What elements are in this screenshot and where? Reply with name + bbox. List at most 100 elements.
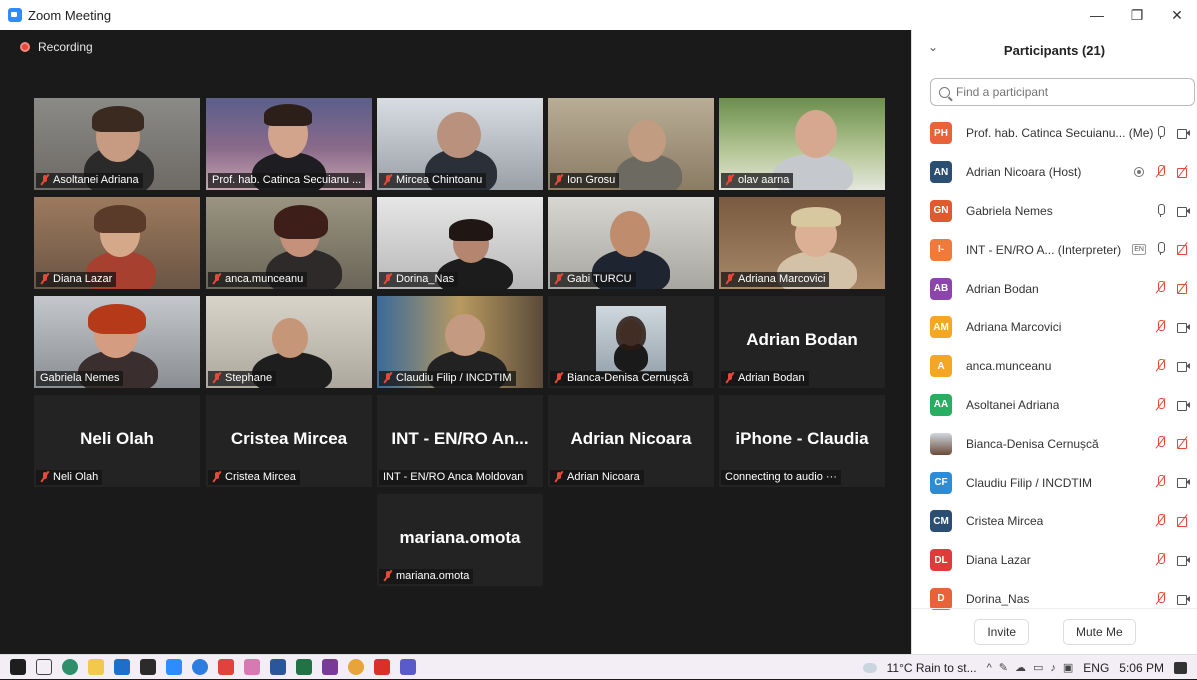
mic-icon[interactable] (1154, 242, 1168, 256)
participant-row[interactable]: AM Adriana Marcovici (912, 308, 1197, 347)
camera-icon[interactable] (1176, 320, 1190, 334)
mic-muted-icon[interactable] (1154, 552, 1168, 567)
zoom-taskbar-icon[interactable] (166, 659, 182, 675)
video-tile[interactable]: Mircea Chintoanu (377, 98, 543, 190)
mic-icon[interactable] (1154, 203, 1168, 218)
avatar: CM (930, 510, 952, 533)
notification-icon[interactable] (1174, 661, 1187, 674)
outlook-icon[interactable] (114, 659, 130, 675)
video-tile[interactable]: Gabi TURCU (548, 197, 714, 289)
camera-icon[interactable] (1176, 475, 1190, 489)
mic-muted-icon[interactable] (1154, 281, 1168, 295)
camera-off-icon[interactable] (1176, 514, 1190, 528)
video-tile[interactable]: mariana.omota mariana.omota (377, 494, 543, 586)
video-tile[interactable]: iPhone - Claudia Connecting to audio ··· (719, 395, 885, 487)
paint-icon[interactable] (244, 659, 260, 675)
video-tile[interactable]: anca.munceanu (206, 197, 372, 289)
restore-button[interactable]: ❐ (1117, 0, 1157, 30)
tile-nameplate: Diana Lazar (36, 272, 117, 287)
mic-muted-icon[interactable] (1154, 436, 1168, 450)
participant-search-input[interactable] (956, 85, 1176, 99)
tray-caret-icon[interactable]: ^ (987, 662, 992, 674)
network-icon[interactable]: ▭ (1033, 661, 1043, 674)
video-tile[interactable]: Bianca-Denisa Cernușcă (548, 296, 714, 388)
participant-row[interactable]: AB Adrian Bodan (912, 269, 1197, 308)
mic-muted-icon[interactable] (1154, 358, 1168, 373)
participant-row[interactable]: GN Gabriela Nemes (912, 192, 1197, 231)
recording-indicator[interactable]: Recording (20, 40, 93, 54)
video-tile[interactable]: Diana Lazar (34, 197, 200, 289)
cloud-icon[interactable]: ☁ (1015, 661, 1026, 674)
participant-row[interactable]: AA Asoltanei Adriana (912, 386, 1197, 425)
mic-muted-icon[interactable] (1154, 397, 1168, 412)
file-explorer-icon[interactable] (88, 659, 104, 675)
minimize-button[interactable]: — (1077, 0, 1117, 30)
tile-nameplate: Adrian Bodan (721, 371, 809, 386)
participant-row[interactable]: I- INT - EN/RO A... (Interpreter) EN (912, 230, 1197, 269)
participant-row[interactable]: CM Cristea Mircea (912, 502, 1197, 541)
chrome-icon[interactable] (348, 659, 364, 675)
windows-start-icon[interactable] (10, 659, 26, 675)
store-icon[interactable] (140, 659, 156, 675)
video-tile[interactable]: olav aarna (719, 98, 885, 190)
video-tile[interactable]: Adrian Bodan Adrian Bodan (719, 296, 885, 388)
camera-off-icon[interactable] (1176, 165, 1190, 179)
mic-muted-icon[interactable] (1154, 513, 1168, 528)
word-icon[interactable] (270, 659, 286, 675)
excel-icon[interactable] (296, 659, 312, 675)
clock[interactable]: 5:06 PM (1119, 661, 1164, 675)
participant-row[interactable]: DL Diana Lazar (912, 541, 1197, 580)
close-button[interactable]: ✕ (1157, 0, 1197, 30)
camera-icon[interactable] (1176, 359, 1190, 373)
input-language[interactable]: ENG (1083, 661, 1109, 675)
volume-icon[interactable]: ♪ (1050, 662, 1056, 674)
invite-button[interactable]: Invite (974, 618, 1029, 645)
mic-muted-icon[interactable] (1154, 319, 1168, 334)
camera-off-icon[interactable] (1176, 281, 1190, 295)
camera-icon[interactable] (1176, 553, 1190, 567)
video-tile[interactable]: Adrian Nicoara Adrian Nicoara (548, 395, 714, 487)
mic-icon[interactable] (1154, 126, 1168, 140)
muted-mic-icon (40, 174, 50, 186)
participant-row[interactable]: CF Claudiu Filip / INCDTIM (912, 463, 1197, 502)
camera-off-icon[interactable] (1176, 242, 1190, 256)
camera-icon[interactable] (1176, 204, 1190, 218)
display-icon[interactable]: ▣ (1063, 661, 1073, 674)
video-tile-active-speaker[interactable]: Gabriela Nemes (34, 296, 200, 388)
participant-search[interactable] (930, 78, 1195, 106)
camera-off-icon[interactable] (1176, 436, 1190, 450)
participant-row[interactable]: Bianca-Denisa Cernușcă (912, 424, 1197, 463)
participant-row[interactable]: PH Prof. hab. Catinca Secuianu... (Me) (912, 114, 1197, 153)
video-tile[interactable]: Neli Olah Neli Olah (34, 395, 200, 487)
muted-mic-icon (383, 174, 393, 186)
pen-icon[interactable]: ✎ (999, 661, 1008, 674)
participant-row[interactable]: A anca.munceanu (912, 347, 1197, 386)
edge-browser-icon[interactable] (62, 659, 78, 675)
task-view-icon[interactable] (36, 659, 52, 675)
save-icon[interactable] (322, 659, 338, 675)
video-tile[interactable]: Claudiu Filip / INCDTIM (377, 296, 543, 388)
video-tile[interactable]: Stephane (206, 296, 372, 388)
chevron-down-icon[interactable]: ⌄ (928, 41, 938, 53)
participant-row[interactable]: AN Adrian Nicoara (Host) (912, 153, 1197, 192)
skype-icon[interactable] (192, 659, 208, 675)
video-tile[interactable]: Dorina_Nas (377, 197, 543, 289)
mic-muted-icon[interactable] (1154, 475, 1168, 489)
pdf-icon[interactable] (374, 659, 390, 675)
mic-muted-icon[interactable] (1154, 591, 1168, 606)
teams-icon[interactable] (400, 659, 416, 675)
language-badge: EN (1132, 243, 1146, 255)
camera-icon[interactable] (1176, 126, 1190, 140)
weather-text[interactable]: 11°C Rain to st... (887, 661, 977, 675)
camera-icon[interactable] (1176, 592, 1190, 606)
mic-muted-icon[interactable] (1154, 164, 1168, 179)
video-tile[interactable]: Ion Grosu (548, 98, 714, 190)
video-tile[interactable]: Asoltanei Adriana (34, 98, 200, 190)
video-tile[interactable]: Prof. hab. Catinca Secuianu ... (206, 98, 372, 190)
video-tile[interactable]: Cristea Mircea Cristea Mircea (206, 395, 372, 487)
gift-icon[interactable] (218, 659, 234, 675)
video-tile[interactable]: INT - EN/RO An... INT - EN/RO Anca Moldo… (377, 395, 543, 487)
video-tile[interactable]: Adriana Marcovici (719, 197, 885, 289)
camera-icon[interactable] (1176, 398, 1190, 412)
mute-me-button[interactable]: Mute Me (1063, 618, 1136, 645)
